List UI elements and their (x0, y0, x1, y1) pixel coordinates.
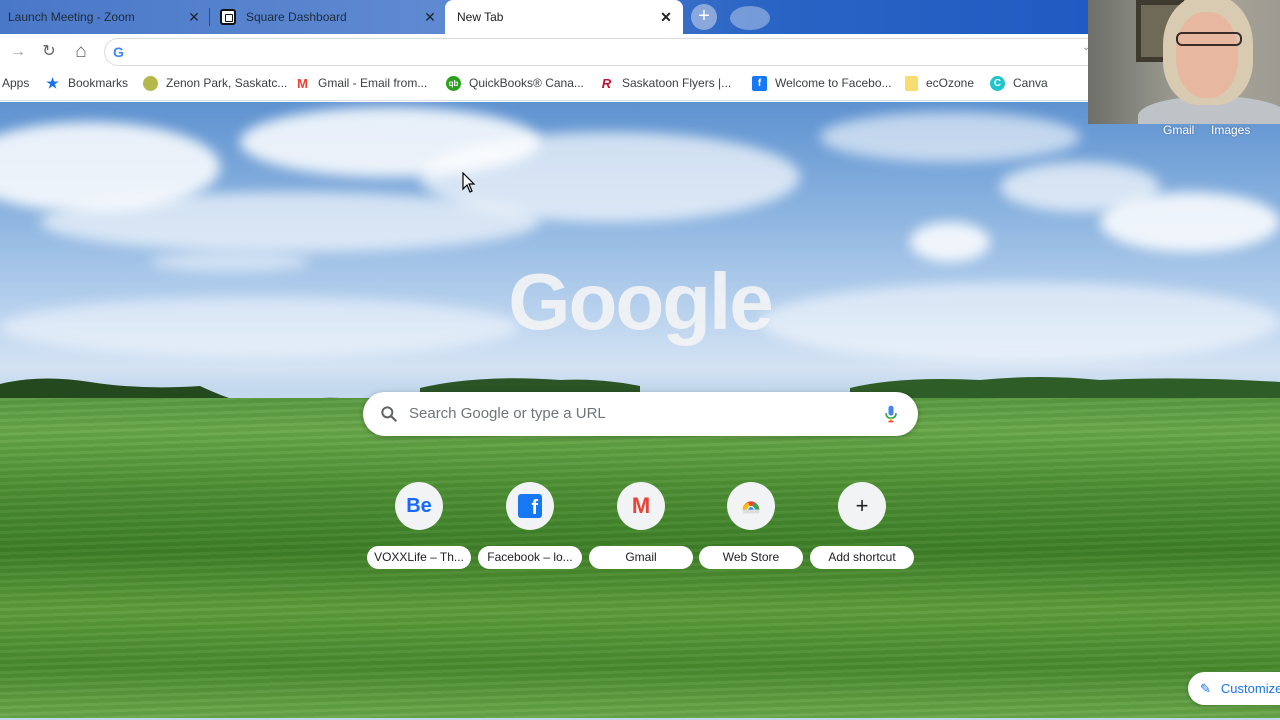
bookmark-saskatoon-flyers[interactable]: R Saskatoon Flyers |... (599, 69, 731, 97)
bookmark-zenon-park[interactable]: Zenon Park, Saskatc... (143, 69, 287, 97)
quickbooks-icon: qb (446, 75, 461, 91)
bookmark-label: Canva (1013, 76, 1048, 90)
tab-new-tab[interactable]: New Tab ✕ (445, 0, 683, 34)
pencil-icon: ✎ (1200, 680, 1211, 696)
shortcut-facebook[interactable]: f Facebook – lo... (478, 482, 582, 572)
shortcut-web-store[interactable]: Web Store (699, 482, 803, 572)
bookmark-label: Saskatoon Flyers |... (622, 76, 732, 90)
shortcut-label: VOXXLife – Th... (367, 546, 471, 569)
google-g-icon: G (113, 44, 124, 60)
facebook-icon: f (752, 75, 767, 91)
new-tab-button[interactable]: + (691, 4, 717, 30)
customize-button[interactable]: ✎ Customize (1188, 672, 1280, 705)
tab-title: New Tab (457, 10, 504, 24)
forward-icon[interactable]: → (6, 40, 30, 64)
chrome-web-store-icon (727, 482, 775, 530)
browser-window: Launch Meeting - Zoom ✕ Square Dashboard… (0, 0, 1280, 720)
tab-launch-meeting-zoom[interactable]: Launch Meeting - Zoom ✕ (0, 0, 210, 34)
address-input[interactable] (135, 42, 1035, 62)
reload-icon[interactable]: ↻ (37, 40, 61, 64)
close-icon[interactable]: ✕ (422, 9, 438, 25)
canva-icon: C (990, 75, 1005, 91)
bookmark-canva[interactable]: C Canva (990, 69, 1048, 97)
bookmarks-bar: Apps ★ Bookmarks Zenon Park, Saskatc... … (0, 69, 1088, 101)
bookmark-gmail[interactable]: M Gmail - Email from... (295, 69, 427, 97)
bookmark-label: Welcome to Facebo... (775, 76, 892, 90)
bookmark-label: Apps (2, 76, 30, 90)
browser-toolbar: → ↻ ⌂ G (0, 34, 1094, 69)
bookmark-bookmarks[interactable]: ★ Bookmarks (45, 69, 128, 97)
search-icon (381, 406, 397, 422)
shortcut-label: Facebook – lo... (478, 546, 582, 569)
behance-icon: Be (395, 482, 443, 530)
mouse-cursor-icon (462, 172, 476, 193)
shortcut-label: Add shortcut (810, 546, 914, 569)
bookmark-label: ecOzone (926, 76, 975, 90)
square-logo-icon (220, 9, 236, 25)
images-link[interactable]: Images (1211, 123, 1250, 137)
google-logo: Google (508, 257, 774, 346)
tabstrip-decoration (730, 6, 770, 30)
bookmark-facebook[interactable]: f Welcome to Facebo... (752, 69, 892, 97)
tab-title: Launch Meeting - Zoom (8, 10, 135, 24)
address-bar[interactable]: G (104, 38, 1094, 66)
webcam-video-overlay (1088, 0, 1280, 124)
gmail-link[interactable]: Gmail (1163, 123, 1194, 137)
shortcut-label: Web Store (699, 546, 803, 569)
shortcut-gmail[interactable]: M Gmail (589, 482, 693, 572)
saskatoon-flyers-icon: R (601, 75, 612, 91)
customize-label: Customize (1220, 681, 1280, 696)
microphone-icon[interactable] (881, 404, 901, 424)
bookmark-apps[interactable]: Apps (2, 69, 29, 97)
folder-icon (905, 75, 918, 91)
bookmark-label: Zenon Park, Saskatc... (166, 76, 288, 90)
bookmark-label: Gmail - Email from... (318, 76, 428, 90)
shortcut-add[interactable]: + Add shortcut (810, 482, 914, 572)
gmail-icon: M (617, 482, 665, 530)
bookmark-quickbooks[interactable]: qb QuickBooks® Cana... (446, 69, 584, 97)
tab-title: Square Dashboard (246, 10, 347, 24)
search-placeholder: Search Google or type a URL (409, 405, 606, 422)
tab-square-dashboard[interactable]: Square Dashboard ✕ (210, 0, 444, 34)
close-icon[interactable]: ✕ (658, 9, 674, 25)
tab-strip: Launch Meeting - Zoom ✕ Square Dashboard… (0, 0, 1088, 34)
bookmark-ecozone[interactable]: ecOzone (905, 69, 974, 97)
home-icon[interactable]: ⌂ (69, 40, 93, 64)
bookmark-label: QuickBooks® Cana... (469, 76, 584, 90)
facebook-icon: f (506, 482, 554, 530)
gmail-icon: M (297, 75, 308, 91)
close-icon[interactable]: ✕ (186, 9, 202, 25)
zenon-park-icon (143, 75, 158, 91)
search-box[interactable]: Search Google or type a URL (363, 392, 918, 436)
plus-icon: + (838, 482, 886, 530)
shortcut-label: Gmail (589, 546, 693, 569)
shortcut-voxxlife[interactable]: Be VOXXLife – Th... (367, 482, 471, 572)
bookmark-label: Bookmarks (68, 76, 129, 90)
star-icon: ★ (46, 74, 59, 91)
